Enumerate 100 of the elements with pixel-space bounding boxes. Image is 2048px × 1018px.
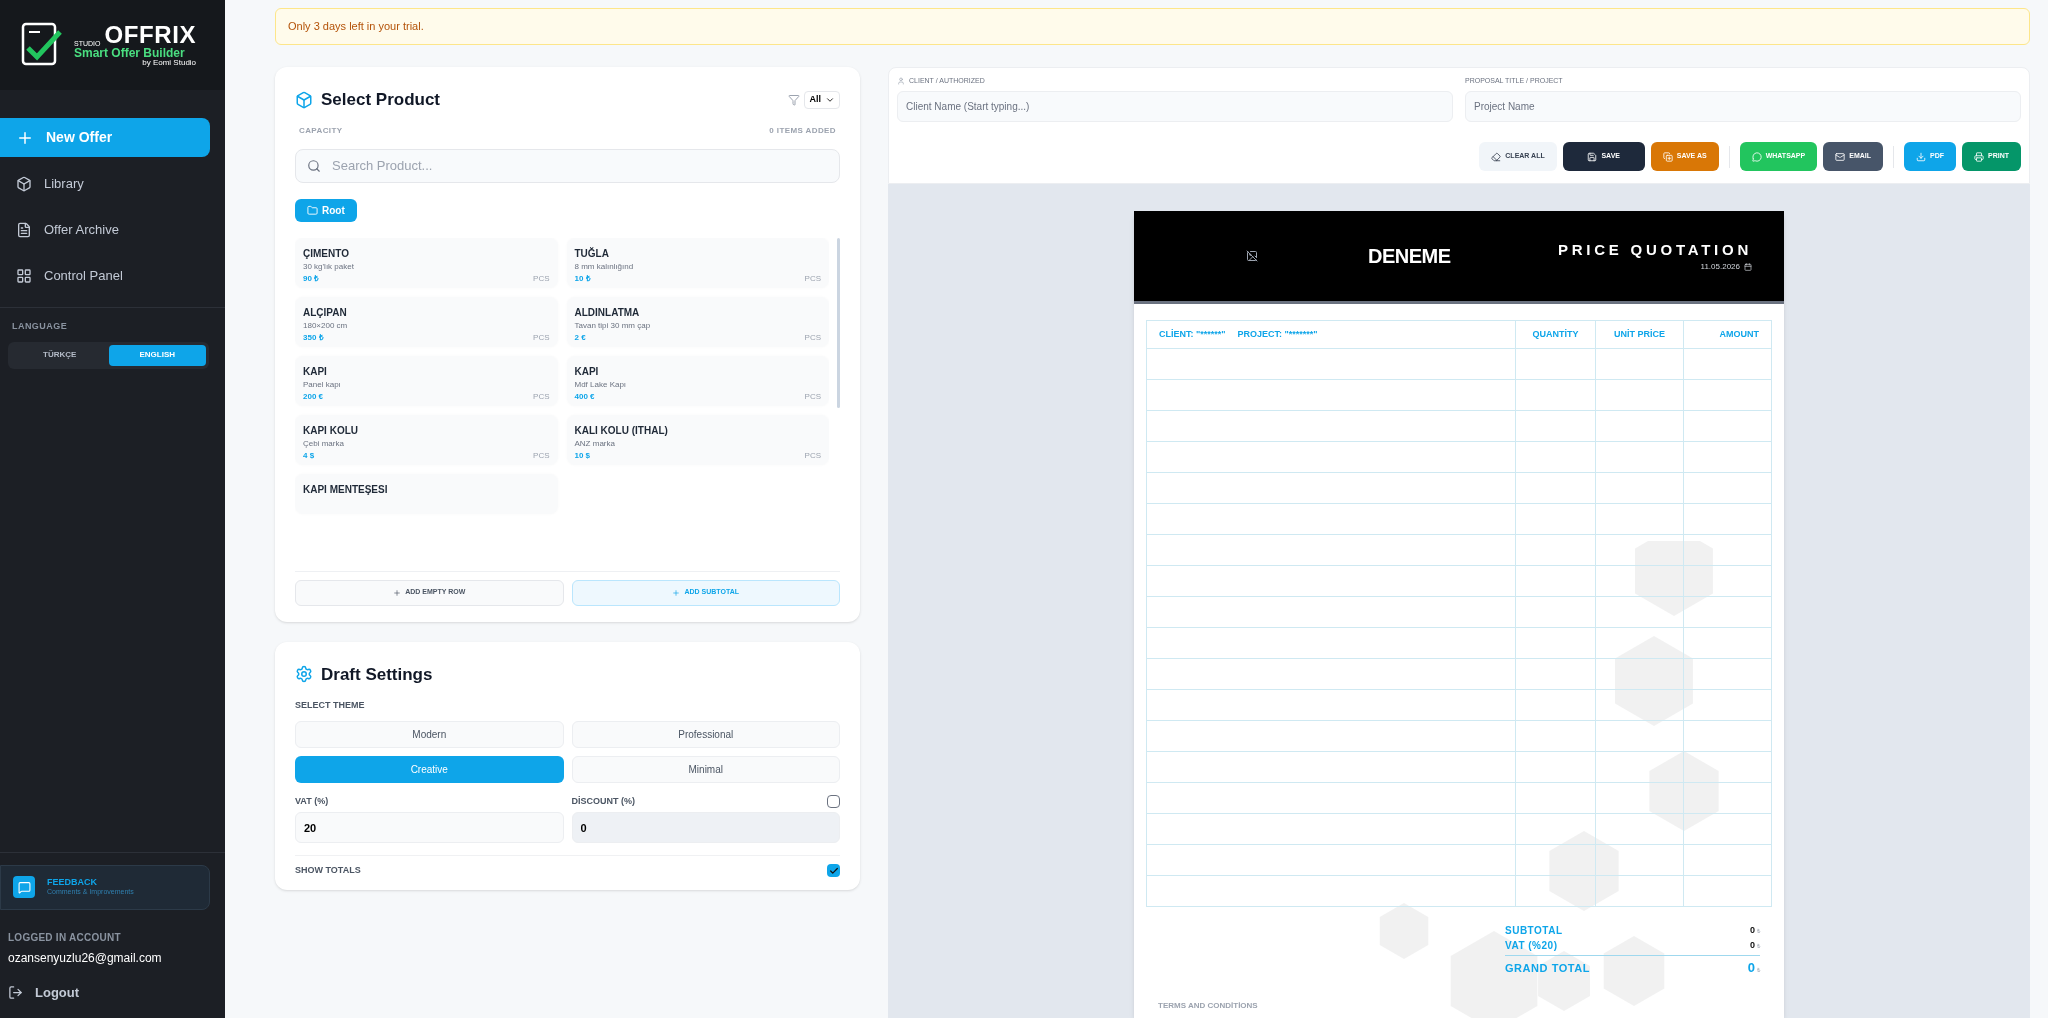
product-card[interactable]: ÇIMENTO 30 kg'lık paket 90 ₺ PCS [295,237,558,288]
printer-icon [1974,151,1984,162]
folder-icon [307,204,318,216]
product-description: Mdf Lake Kapı [574,378,628,391]
product-price: 350 ₺ [303,331,324,344]
product-name: KAPI [574,364,600,379]
product-name: ALDINLATMA [574,305,641,320]
document-icon [16,222,32,238]
product-card[interactable]: KAPI Panel kapı 200 € PCS [295,355,558,406]
feedback-title: FEEDBACK [47,877,98,889]
product-description: ANZ marka [574,437,616,450]
product-unit: PCS [804,272,821,285]
chat-icon [13,876,35,898]
product-name: ALÇIPAN [303,305,348,320]
logo-name: OFFRIX [104,23,197,47]
category-select[interactable]: All [804,90,840,109]
product-unit: PCS [804,390,821,403]
box-icon [16,176,32,192]
product-card[interactable]: KALI KOLU (ITHAL) ANZ marka 10 $ PCS [566,414,829,465]
product-card[interactable]: KAPI Mdf Lake Kapı 400 € PCS [566,355,829,406]
product-price: 2 € [574,331,586,344]
product-card[interactable]: KAPI KOLU Çebi marka 4 $ PCS [295,414,558,465]
client-heading: CLİENT: "******" [1159,328,1226,339]
logo-tagline: Smart Offer Builder [74,47,186,59]
items-added-count: 0 ITEMS ADDED [769,124,836,137]
mail-icon [1835,151,1846,162]
client-input[interactable]: Client Name (Start typing...) [897,90,1453,122]
calendar-icon [1744,263,1752,272]
nav-item[interactable]: Offer Archive [0,207,225,253]
product-name: KAPI KOLU [303,423,359,438]
logout-icon [8,984,23,1000]
product-name: KALI KOLU (ITHAL) [574,423,669,438]
product-price: 10 $ [574,449,591,462]
product-unit: PCS [533,449,550,462]
product-price: 90 ₺ [303,272,320,285]
total-value: 0 [1747,959,1755,977]
language-label: LANGUAGE [11,320,69,333]
user-icon [897,77,905,86]
vat-input[interactable]: 20 [295,812,564,843]
product-description: Panel kapı [303,378,342,391]
product-name: ÇIMENTO [303,246,350,261]
column-header: UNİT PRİCE [1595,320,1684,349]
chat-icon [1751,151,1762,162]
product-card[interactable]: KAPI MENTEŞESI [295,473,558,514]
copy-icon [1662,151,1673,162]
product-description: Çebi marka [303,437,345,450]
theme-option[interactable]: Professional [571,720,840,748]
show-totals-label: SHOW TOTALS [295,864,361,877]
account-label: LOGGED IN ACCOUNT [7,930,122,945]
product-description: 30 kg'lık paket [303,260,355,273]
plus-icon [393,588,402,597]
total-value: 0 [1750,923,1755,937]
theme-option[interactable]: Minimal [571,755,840,783]
nav-item[interactable]: Control Panel [0,253,225,299]
theme-option[interactable]: Modern [295,720,564,748]
total-value: 0 [1750,938,1755,952]
logo-byline: by Eomi Studio [142,59,197,67]
project-input[interactable]: Project Name [1465,91,2021,122]
product-price: 400 € [574,390,595,403]
discount-input[interactable]: 0 [571,812,840,843]
product-description: 8 mm kalınlığınd [574,260,635,273]
panel-title: Select Product [321,89,441,111]
search-field[interactable]: Search Product... [295,148,840,183]
eraser-icon [1491,151,1502,162]
document-date: 11.05.2026 [1700,261,1740,274]
panel-title: Draft Settings [321,663,433,686]
product-name: KAPI MENTEŞESI [303,482,389,497]
total-label: SUBTOTAL [1505,924,1563,938]
capacity-label: CAPACITY [299,124,343,137]
product-card[interactable]: ALÇIPAN 180×200 cm 350 ₺ PCS [295,296,558,347]
product-description: Tavan tipi 30 mm çap [574,319,652,332]
show-totals-checkbox[interactable] [827,864,840,878]
product-unit: PCS [804,331,821,344]
grid-icon [16,268,32,284]
vat-label: VAT (%) [295,794,330,808]
total-label: GRAND TOTAL [1505,960,1591,976]
scrollbar[interactable] [837,237,840,408]
account-email: ozansenyuzlu26@gmail.com [7,949,163,967]
product-card[interactable]: TUĞLA 8 mm kalınlığınd 10 ₺ PCS [566,237,829,288]
product-name: KAPI [303,364,328,379]
box-icon [295,90,313,109]
project-heading: PROJECT: "*******" [1237,328,1318,339]
logout-button[interactable]: Logout [0,982,225,1002]
broken-image-icon [1246,250,1258,262]
search-icon [307,158,321,173]
discount-label: DİSCOUNT (%) [571,794,635,808]
nav-item[interactable]: Library [0,161,225,207]
total-label: VAT (%20) [1505,939,1558,953]
product-price: 10 ₺ [574,272,591,285]
product-card[interactable]: ALDINLATMA Tavan tipi 30 mm çap 2 € PCS [566,296,829,347]
product-unit: PCS [533,390,550,403]
product-unit: PCS [804,449,821,462]
product-unit: PCS [533,331,550,344]
plus-icon [672,588,681,597]
language-option[interactable]: TÜRKÇE [11,344,109,366]
save-icon [1587,151,1598,162]
discount-checkbox[interactable] [827,794,840,808]
terms-heading: TERMS AND CONDİTİONS [1158,999,1259,1012]
company-name: DENEME [1368,244,1451,269]
settings-icon [295,665,313,684]
